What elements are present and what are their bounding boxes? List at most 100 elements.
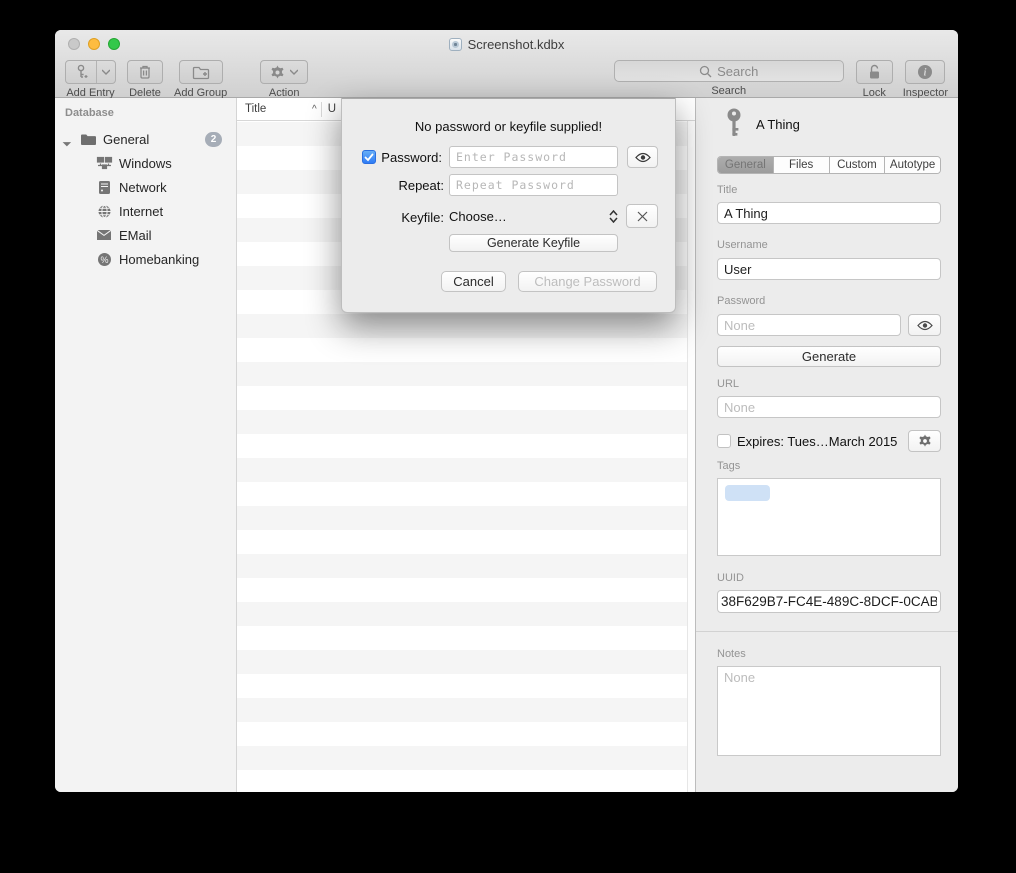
delete-button[interactable]: [127, 60, 163, 84]
tab-general[interactable]: General: [718, 157, 774, 173]
inspector-button[interactable]: i: [905, 60, 945, 84]
inspector-panel: A Thing General Files Custom Autotype Ti…: [695, 98, 958, 792]
repeat-label: Repeat:: [344, 178, 444, 193]
search-input[interactable]: Search: [614, 60, 844, 82]
close-x-icon: [637, 211, 648, 222]
tab-autotype[interactable]: Autotype: [885, 157, 940, 173]
sidebar-item-label: Internet: [119, 204, 163, 219]
sidebar-item-windows[interactable]: Windows: [55, 152, 236, 174]
lock-button[interactable]: [856, 60, 893, 84]
popup-stepper-icon: [609, 210, 618, 223]
url-field[interactable]: [717, 396, 941, 418]
cancel-button[interactable]: Cancel: [441, 271, 506, 292]
folder-icon: [79, 132, 97, 146]
enter-password-input[interactable]: [449, 146, 618, 168]
tags-field[interactable]: [717, 478, 941, 556]
table-scrollbar[interactable]: [687, 121, 695, 792]
reveal-password-button[interactable]: [908, 314, 941, 336]
entry-title: A Thing: [756, 117, 800, 132]
expires-settings-button[interactable]: [908, 430, 941, 452]
sidebar-item-label: Windows: [119, 156, 172, 171]
expires-checkbox[interactable]: [717, 434, 731, 448]
sidebar-item-label: EMail: [119, 228, 152, 243]
url-label: URL: [717, 378, 739, 390]
gear-icon: [270, 65, 285, 80]
titlebar[interactable]: Screenshot.kdbx: [55, 30, 958, 58]
tab-files[interactable]: Files: [774, 157, 830, 173]
reveal-password-button[interactable]: [627, 146, 658, 168]
password-field[interactable]: [717, 314, 901, 336]
sidebar-item-label: Homebanking: [119, 252, 199, 267]
search-icon: [699, 65, 712, 78]
sidebar-item-label: General: [103, 132, 149, 147]
key-icon: [724, 108, 744, 140]
expires-label: Expires: Tues…March 2015: [737, 434, 897, 449]
add-entry-button[interactable]: [65, 60, 116, 84]
uuid-label: UUID: [717, 572, 744, 584]
column-header-title[interactable]: Title: [237, 103, 312, 115]
column-header-username[interactable]: U: [328, 103, 336, 115]
password-label: Password: [717, 295, 765, 307]
add-entry-dropdown[interactable]: [96, 61, 115, 83]
eye-icon: [635, 152, 651, 163]
app-window: Screenshot.kdbx Add Entry: [55, 30, 958, 792]
windows-network-icon: [95, 156, 113, 171]
password-label: Password:: [376, 150, 442, 165]
window-title: Screenshot.kdbx: [468, 37, 565, 52]
divider: [696, 631, 958, 632]
document-proxy-icon[interactable]: [449, 38, 462, 51]
sidebar-item-network[interactable]: Network: [55, 176, 236, 198]
sidebar-item-homebanking[interactable]: % Homebanking: [55, 248, 236, 270]
sidebar-item-general[interactable]: General 2: [55, 128, 236, 150]
window-chrome: Screenshot.kdbx Add Entry: [55, 30, 958, 98]
envelope-icon: [95, 229, 113, 241]
username-label: Username: [717, 239, 768, 251]
change-password-sheet: No password or keyfile supplied! Passwor…: [341, 98, 676, 313]
info-icon: i: [917, 64, 933, 80]
server-icon: [95, 180, 113, 195]
password-enabled-checkbox[interactable]: [362, 150, 376, 164]
column-divider[interactable]: [321, 102, 322, 117]
sort-ascending-indicator: ^: [312, 104, 317, 115]
trash-icon: [138, 64, 152, 80]
uuid-field[interactable]: [717, 590, 941, 613]
search-placeholder: Search: [717, 64, 758, 79]
sidebar-item-label: Network: [119, 180, 167, 195]
tag-token[interactable]: [725, 485, 770, 501]
title-label: Title: [717, 184, 737, 196]
check-icon: [364, 153, 374, 162]
tags-label: Tags: [717, 460, 740, 472]
sidebar-item-email[interactable]: EMail: [55, 224, 236, 246]
globe-icon: [95, 204, 113, 219]
title-field[interactable]: [717, 202, 941, 224]
chevron-down-icon: [290, 69, 298, 75]
notes-label: Notes: [717, 648, 746, 660]
notes-field[interactable]: [717, 666, 941, 756]
add-group-button[interactable]: [179, 60, 223, 84]
lock-open-icon: [867, 64, 882, 80]
clear-keyfile-button[interactable]: [626, 204, 658, 228]
search-label: Search: [711, 85, 746, 97]
action-button[interactable]: [260, 60, 308, 84]
generate-password-button[interactable]: Generate: [717, 346, 941, 367]
entry-count-badge: 2: [205, 132, 222, 147]
percent-circle-icon: %: [95, 252, 113, 267]
sidebar-item-internet[interactable]: Internet: [55, 200, 236, 222]
repeat-password-input[interactable]: [449, 174, 618, 196]
sidebar: Database General 2 Windows: [55, 98, 237, 792]
svg-text:i: i: [924, 68, 927, 79]
disclosure-triangle-icon[interactable]: [63, 134, 76, 147]
eye-icon: [917, 320, 933, 331]
inspector-tabs: General Files Custom Autotype: [717, 156, 941, 174]
sidebar-section-header: Database: [65, 107, 114, 119]
svg-text:%: %: [100, 254, 108, 264]
keyfile-label: Keyfile:: [344, 210, 444, 225]
generate-keyfile-button[interactable]: Generate Keyfile: [449, 234, 618, 252]
key-plus-icon[interactable]: [66, 61, 96, 83]
tab-custom[interactable]: Custom: [830, 157, 886, 173]
keyfile-popup[interactable]: Choose…: [449, 205, 618, 227]
keyfile-popup-value: Choose…: [449, 209, 507, 224]
username-field[interactable]: [717, 258, 941, 280]
toolbar: Add Entry Delete Add Group: [55, 58, 958, 98]
change-password-button[interactable]: Change Password: [518, 271, 657, 292]
